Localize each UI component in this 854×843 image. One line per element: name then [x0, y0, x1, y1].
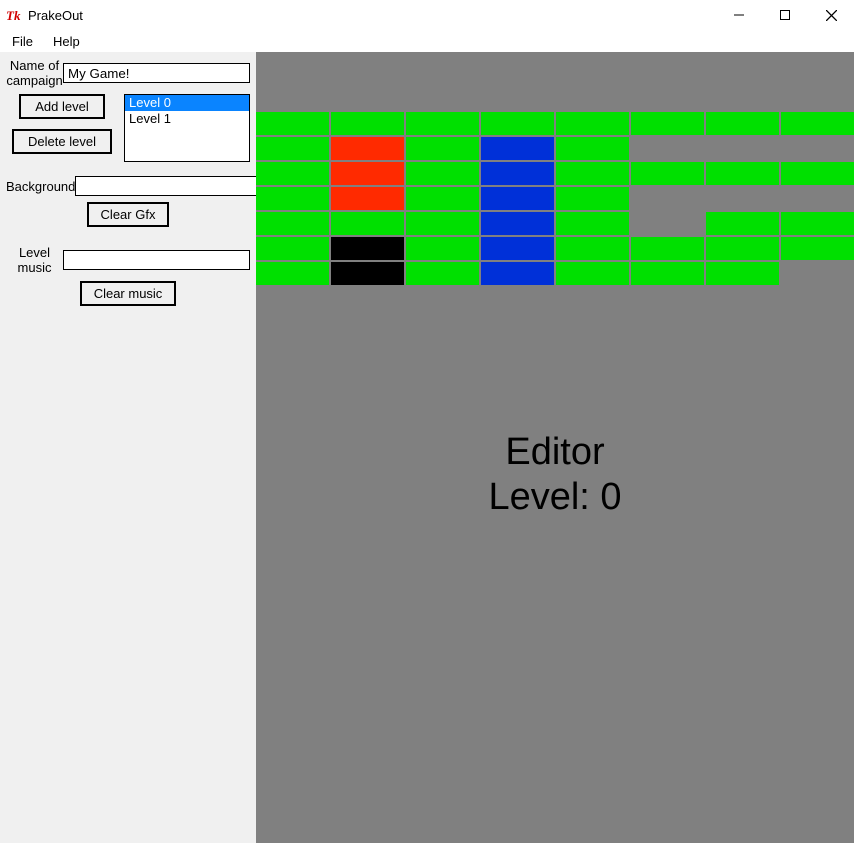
- brick-cell[interactable]: [331, 212, 404, 235]
- clear-music-button[interactable]: Clear music: [80, 281, 177, 306]
- brick-cell[interactable]: [631, 262, 704, 285]
- brick-cell[interactable]: [256, 137, 329, 160]
- brick-cell[interactable]: [556, 212, 629, 235]
- brick-cell[interactable]: [256, 237, 329, 260]
- brick-cell[interactable]: [256, 212, 329, 235]
- app-icon: Tk: [6, 7, 22, 23]
- brick-cell[interactable]: [406, 212, 479, 235]
- editor-canvas[interactable]: Editor Level: 0: [256, 52, 854, 843]
- music-label: Level music: [6, 245, 63, 275]
- brick-cell[interactable]: [481, 112, 554, 135]
- brick-row: [256, 137, 854, 160]
- brick-cell[interactable]: [256, 112, 329, 135]
- brick-grid[interactable]: [256, 112, 854, 287]
- add-level-button[interactable]: Add level: [19, 94, 104, 119]
- level-list-item[interactable]: Level 1: [125, 111, 249, 127]
- brick-cell[interactable]: [781, 212, 854, 235]
- brick-cell[interactable]: [256, 262, 329, 285]
- delete-level-button[interactable]: Delete level: [12, 129, 112, 154]
- editor-level-label: Level: 0: [256, 475, 854, 521]
- brick-cell[interactable]: [631, 162, 704, 185]
- brick-cell[interactable]: [481, 262, 554, 285]
- brick-cell[interactable]: [781, 137, 854, 160]
- brick-cell[interactable]: [256, 162, 329, 185]
- brick-cell[interactable]: [406, 237, 479, 260]
- sidebar: Name of campaign Add level Delete level …: [0, 52, 256, 843]
- brick-cell[interactable]: [631, 187, 704, 210]
- brick-cell[interactable]: [406, 187, 479, 210]
- brick-cell[interactable]: [481, 237, 554, 260]
- editor-overlay: Editor Level: 0: [256, 430, 854, 521]
- titlebar: Tk PrakeOut: [0, 0, 854, 30]
- brick-cell[interactable]: [406, 162, 479, 185]
- brick-cell[interactable]: [781, 162, 854, 185]
- brick-cell[interactable]: [781, 262, 854, 285]
- brick-cell[interactable]: [706, 237, 779, 260]
- brick-cell[interactable]: [556, 162, 629, 185]
- background-row: Background: [6, 176, 250, 196]
- brick-cell[interactable]: [706, 112, 779, 135]
- brick-cell[interactable]: [631, 137, 704, 160]
- app-window: Tk PrakeOut File Help Name of campaign: [0, 0, 854, 843]
- brick-cell[interactable]: [781, 112, 854, 135]
- brick-row: [256, 162, 854, 185]
- brick-cell[interactable]: [556, 237, 629, 260]
- brick-cell[interactable]: [331, 187, 404, 210]
- brick-cell[interactable]: [481, 187, 554, 210]
- brick-cell[interactable]: [631, 212, 704, 235]
- menu-file[interactable]: File: [4, 32, 41, 51]
- campaign-row: Name of campaign: [6, 58, 250, 88]
- brick-cell[interactable]: [706, 187, 779, 210]
- brick-cell[interactable]: [556, 262, 629, 285]
- music-row: Level music: [6, 245, 250, 275]
- level-list[interactable]: Level 0Level 1: [124, 94, 250, 162]
- brick-cell[interactable]: [556, 112, 629, 135]
- brick-row: [256, 237, 854, 260]
- brick-cell[interactable]: [706, 212, 779, 235]
- brick-cell[interactable]: [556, 187, 629, 210]
- level-list-item[interactable]: Level 0: [125, 95, 249, 111]
- brick-cell[interactable]: [781, 187, 854, 210]
- brick-cell[interactable]: [481, 137, 554, 160]
- brick-cell[interactable]: [631, 112, 704, 135]
- brick-row: [256, 187, 854, 210]
- brick-cell[interactable]: [706, 137, 779, 160]
- brick-cell[interactable]: [706, 162, 779, 185]
- window-close-button[interactable]: [808, 0, 854, 30]
- brick-row: [256, 212, 854, 235]
- music-input[interactable]: [63, 250, 250, 270]
- brick-cell[interactable]: [631, 237, 704, 260]
- brick-cell[interactable]: [706, 262, 779, 285]
- brick-cell[interactable]: [331, 137, 404, 160]
- menu-help[interactable]: Help: [45, 32, 88, 51]
- brick-cell[interactable]: [406, 112, 479, 135]
- background-label: Background: [6, 179, 75, 194]
- brick-cell[interactable]: [481, 212, 554, 235]
- brick-cell[interactable]: [331, 237, 404, 260]
- brick-cell[interactable]: [406, 137, 479, 160]
- campaign-input[interactable]: [63, 63, 250, 83]
- clear-gfx-button[interactable]: Clear Gfx: [87, 202, 170, 227]
- brick-cell[interactable]: [481, 162, 554, 185]
- brick-cell[interactable]: [331, 262, 404, 285]
- brick-row: [256, 262, 854, 285]
- svg-text:Tk: Tk: [6, 8, 21, 23]
- menubar: File Help: [0, 30, 854, 52]
- campaign-label: Name of campaign: [6, 58, 63, 88]
- window-minimize-button[interactable]: [716, 0, 762, 30]
- brick-cell[interactable]: [556, 137, 629, 160]
- level-controls: Add level Delete level Level 0Level 1: [6, 94, 250, 162]
- editor-title: Editor: [256, 430, 854, 476]
- brick-cell[interactable]: [256, 187, 329, 210]
- body: Name of campaign Add level Delete level …: [0, 52, 854, 843]
- brick-row: [256, 112, 854, 135]
- brick-cell[interactable]: [331, 162, 404, 185]
- window-title: PrakeOut: [28, 8, 83, 23]
- window-maximize-button[interactable]: [762, 0, 808, 30]
- brick-cell[interactable]: [781, 237, 854, 260]
- brick-cell[interactable]: [331, 112, 404, 135]
- background-input[interactable]: [75, 176, 262, 196]
- brick-cell[interactable]: [406, 262, 479, 285]
